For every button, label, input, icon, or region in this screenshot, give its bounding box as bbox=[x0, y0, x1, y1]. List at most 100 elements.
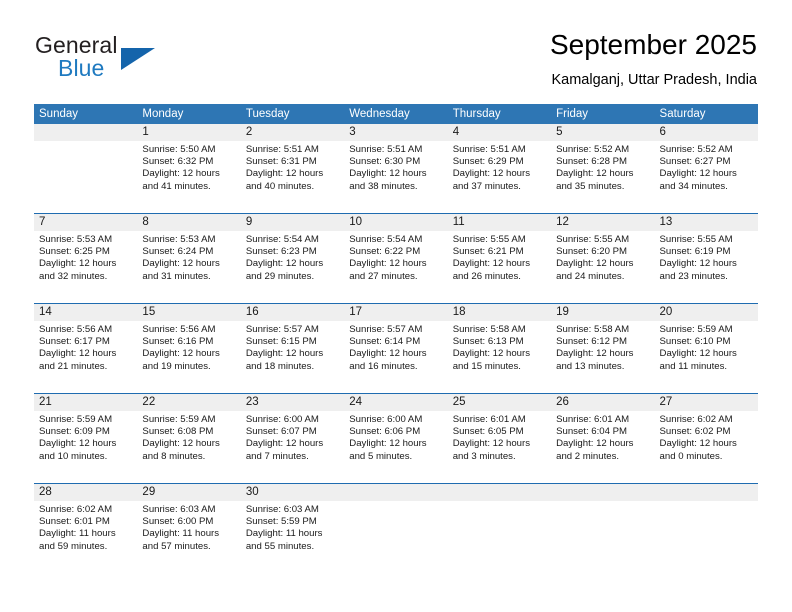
brand-logo[interactable]: General Blue bbox=[35, 32, 235, 90]
sunset-text: Sunset: 6:12 PM bbox=[556, 336, 628, 348]
day-cell[interactable]: Sunrise: 5:59 AM Sunset: 6:10 PM Daylight:… bbox=[655, 321, 758, 393]
day-number[interactable]: 22 bbox=[137, 394, 240, 411]
day-number[interactable]: 10 bbox=[344, 214, 447, 231]
triangle-logo-icon bbox=[121, 48, 155, 70]
day-cell[interactable]: Sunrise: 5:57 AM Sunset: 6:15 PM Daylight:… bbox=[241, 321, 344, 393]
day-number[interactable]: 12 bbox=[551, 214, 654, 231]
day-cell[interactable]: Sunrise: 6:00 AM Sunset: 6:06 PM Daylight:… bbox=[344, 411, 447, 483]
day-cell[interactable]: Sunrise: 5:52 AM Sunset: 6:27 PM Daylight:… bbox=[655, 141, 758, 213]
sunset-text: Sunset: 6:04 PM bbox=[556, 426, 628, 438]
day-number[interactable]: 26 bbox=[551, 394, 654, 411]
day-number[interactable]: 19 bbox=[551, 304, 654, 321]
daylight-text: Daylight: 12 hours and 21 minutes. bbox=[39, 348, 117, 372]
sunrise-text: Sunrise: 5:51 AM bbox=[452, 144, 526, 155]
daylight-text: Daylight: 12 hours and 7 minutes. bbox=[245, 438, 324, 462]
sunrise-text: Sunrise: 6:02 AM bbox=[39, 504, 113, 515]
day-cell[interactable]: Sunrise: 6:00 AM Sunset: 6:07 PM Daylight:… bbox=[241, 411, 344, 483]
weekday-header-friday: Friday bbox=[556, 108, 589, 120]
day-cell[interactable]: Sunrise: 5:52 AM Sunset: 6:28 PM Daylight:… bbox=[551, 141, 654, 213]
day-cell[interactable]: Sunrise: 5:50 AM Sunset: 6:32 PM Daylight:… bbox=[137, 141, 240, 213]
sunset-text: Sunset: 6:20 PM bbox=[556, 246, 628, 258]
day-cell[interactable]: Sunrise: 5:56 AM Sunset: 6:17 PM Daylight:… bbox=[34, 321, 137, 393]
day-cell[interactable]: Sunrise: 6:01 AM Sunset: 6:05 PM Daylight:… bbox=[448, 411, 551, 483]
day-number[interactable]: 24 bbox=[344, 394, 447, 411]
day-cell[interactable]: Sunrise: 5:59 AM Sunset: 6:08 PM Daylight:… bbox=[137, 411, 240, 483]
day-cell[interactable]: Sunrise: 5:55 AM Sunset: 6:20 PM Daylight:… bbox=[551, 231, 654, 303]
daylight-text: Daylight: 12 hours and 13 minutes. bbox=[556, 348, 634, 372]
day-number[interactable]: 17 bbox=[344, 304, 447, 321]
sunrise-text: Sunrise: 5:50 AM bbox=[142, 144, 216, 155]
sunset-text: Sunset: 6:08 PM bbox=[142, 426, 214, 438]
day-number[interactable]: 18 bbox=[448, 304, 551, 321]
day-number[interactable]: 16 bbox=[241, 304, 344, 321]
day-cell-empty bbox=[551, 501, 654, 573]
sunset-text: Sunset: 6:31 PM bbox=[245, 156, 317, 168]
sunset-text: Sunset: 6:29 PM bbox=[452, 156, 524, 168]
day-cell[interactable]: Sunrise: 5:51 AM Sunset: 6:31 PM Daylight:… bbox=[241, 141, 344, 213]
day-number[interactable]: 30 bbox=[241, 484, 344, 501]
location-subtitle: Kamalganj, Uttar Pradesh, India bbox=[551, 72, 757, 88]
day-number[interactable]: 29 bbox=[137, 484, 240, 501]
day-number[interactable]: 21 bbox=[34, 394, 137, 411]
day-number[interactable]: 23 bbox=[241, 394, 344, 411]
day-number[interactable]: 27 bbox=[655, 394, 758, 411]
day-number[interactable]: 15 bbox=[137, 304, 240, 321]
daylight-text: Daylight: 12 hours and 5 minutes. bbox=[349, 438, 427, 462]
day-cell[interactable]: Sunrise: 5:58 AM Sunset: 6:13 PM Daylight:… bbox=[448, 321, 551, 393]
day-cell[interactable]: Sunrise: 5:57 AM Sunset: 6:14 PM Daylight:… bbox=[344, 321, 447, 393]
daylight-text: Daylight: 12 hours and 41 minutes. bbox=[142, 168, 220, 192]
brand-name-blue: Blue bbox=[58, 55, 105, 81]
day-number[interactable]: 7 bbox=[34, 214, 137, 231]
day-cell[interactable]: Sunrise: 5:55 AM Sunset: 6:21 PM Daylight:… bbox=[448, 231, 551, 303]
day-number[interactable]: 6 bbox=[655, 124, 758, 141]
day-cell[interactable]: Sunrise: 6:01 AM Sunset: 6:04 PM Daylight:… bbox=[551, 411, 654, 483]
day-cell[interactable]: Sunrise: 5:51 AM Sunset: 6:30 PM Daylight:… bbox=[344, 141, 447, 213]
page-title: September 2025 bbox=[549, 29, 757, 60]
day-number[interactable]: 5 bbox=[551, 124, 654, 141]
day-cell[interactable]: Sunrise: 5:54 AM Sunset: 6:23 PM Daylight:… bbox=[241, 231, 344, 303]
day-number[interactable]: 11 bbox=[448, 214, 551, 231]
day-number[interactable]: 4 bbox=[448, 124, 551, 141]
daylight-text: Daylight: 12 hours and 26 minutes. bbox=[452, 258, 531, 282]
day-number[interactable]: 3 bbox=[344, 124, 447, 141]
day-cell[interactable]: Sunrise: 5:58 AM Sunset: 6:12 PM Daylight:… bbox=[551, 321, 654, 393]
day-number[interactable]: 9 bbox=[241, 214, 344, 231]
daylight-text: Daylight: 12 hours and 16 minutes. bbox=[349, 348, 427, 372]
day-cell[interactable]: Sunrise: 6:03 AM Sunset: 6:00 PM Daylight:… bbox=[137, 501, 240, 573]
day-cell[interactable]: Sunrise: 5:55 AM Sunset: 6:19 PM Daylight:… bbox=[655, 231, 758, 303]
day-cell[interactable]: Sunrise: 5:56 AM Sunset: 6:16 PM Daylight:… bbox=[137, 321, 240, 393]
day-number[interactable]: 20 bbox=[655, 304, 758, 321]
sunset-text: Sunset: 6:10 PM bbox=[659, 336, 731, 348]
day-number-empty bbox=[448, 484, 551, 501]
day-cell[interactable]: Sunrise: 6:03 AM Sunset: 5:59 PM Daylight:… bbox=[241, 501, 344, 573]
day-number-empty bbox=[344, 484, 447, 501]
sunset-text: Sunset: 6:01 PM bbox=[39, 516, 110, 528]
day-number[interactable]: 2 bbox=[241, 124, 344, 141]
sunrise-text: Sunrise: 5:55 AM bbox=[452, 234, 526, 245]
day-cell[interactable]: Sunrise: 5:59 AM Sunset: 6:09 PM Daylight:… bbox=[34, 411, 137, 483]
day-cell[interactable]: Sunrise: 6:02 AM Sunset: 6:02 PM Daylight:… bbox=[655, 411, 758, 483]
sunrise-text: Sunrise: 5:54 AM bbox=[245, 234, 319, 245]
sunrise-text: Sunrise: 6:00 AM bbox=[349, 414, 423, 425]
day-cell[interactable]: Sunrise: 6:02 AM Sunset: 6:01 PM Daylight:… bbox=[34, 501, 137, 573]
day-cell[interactable]: Sunrise: 5:54 AM Sunset: 6:22 PM Daylight:… bbox=[344, 231, 447, 303]
sunset-text: Sunset: 6:28 PM bbox=[556, 156, 628, 168]
sunset-text: Sunset: 6:32 PM bbox=[142, 156, 214, 168]
day-number[interactable]: 8 bbox=[137, 214, 240, 231]
sunrise-text: Sunrise: 5:52 AM bbox=[556, 144, 630, 155]
day-number[interactable]: 25 bbox=[448, 394, 551, 411]
sunrise-text: Sunrise: 5:59 AM bbox=[39, 414, 113, 425]
day-number[interactable]: 1 bbox=[137, 124, 240, 141]
day-number[interactable]: 28 bbox=[34, 484, 137, 501]
daylight-text: Daylight: 12 hours and 35 minutes. bbox=[556, 168, 634, 192]
day-number-empty bbox=[551, 484, 654, 501]
sunrise-text: Sunrise: 6:02 AM bbox=[659, 414, 733, 425]
day-cell[interactable]: Sunrise: 5:53 AM Sunset: 6:24 PM Daylight:… bbox=[137, 231, 240, 303]
calendar-week-row: 21 22 23 24 25 26 27 Sunrise: 5:59 AM Sunset: 6:… bbox=[34, 393, 758, 483]
day-cell[interactable]: Sunrise: 5:51 AM Sunset: 6:29 PM Daylight:… bbox=[448, 141, 551, 213]
day-cell[interactable]: Sunrise: 5:53 AM Sunset: 6:25 PM Daylight:… bbox=[34, 231, 137, 303]
day-number[interactable]: 14 bbox=[34, 304, 137, 321]
day-number[interactable]: 13 bbox=[655, 214, 758, 231]
day-detail-strip: Sunrise: 5:53 AM Sunset: 6:25 PM Daylight:… bbox=[34, 231, 758, 303]
calendar-grid: Sunday Monday Tuesday Wednesday Thursday Frid… bbox=[34, 104, 758, 573]
